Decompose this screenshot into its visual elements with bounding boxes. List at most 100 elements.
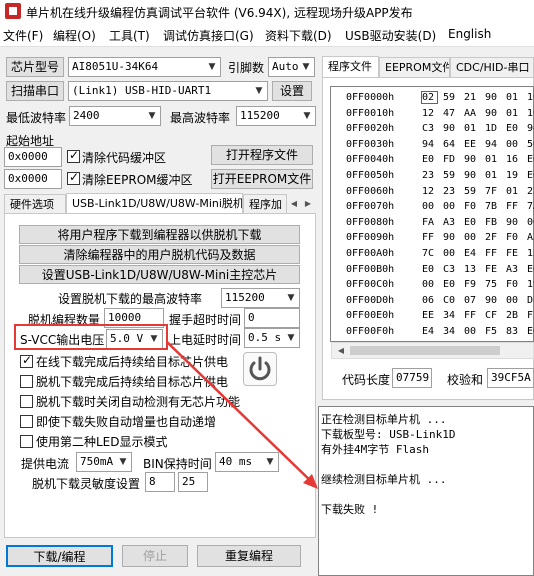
hex-byte[interactable]: FE xyxy=(485,264,506,275)
hex-byte[interactable]: 00 xyxy=(422,201,443,212)
hex-byte[interactable]: 94 xyxy=(422,139,443,150)
hex-byte[interactable]: E0 xyxy=(443,279,464,290)
hex-byte[interactable]: C3 xyxy=(422,123,443,134)
hex-byte[interactable]: F5 xyxy=(485,326,506,337)
open-eeprom-file-button[interactable]: 打开EEPROM文件 xyxy=(211,169,313,189)
port-settings-button[interactable]: 设置 xyxy=(272,81,312,101)
hex-byte[interactable]: 10 xyxy=(527,108,534,119)
max-baud-select[interactable]: 115200 ▼ xyxy=(236,106,316,126)
hex-byte[interactable]: 83 xyxy=(506,326,527,337)
checkbox-auto-increment[interactable] xyxy=(20,415,33,428)
hex-byte[interactable]: 7A xyxy=(527,201,534,212)
hex-byte[interactable]: 06 xyxy=(422,295,443,306)
menu-tools[interactable]: 工具(T) xyxy=(109,27,150,44)
hex-byte[interactable]: 90 xyxy=(485,92,506,103)
hex-byte[interactable]: 12 xyxy=(422,186,443,197)
port-select[interactable]: (Link1) USB-HID-UART1 ▼ xyxy=(68,81,268,101)
supply-current-select[interactable]: 750mA ▼ xyxy=(76,452,132,472)
hex-byte[interactable]: 94 xyxy=(527,123,534,134)
hex-view[interactable]: 0FF0000h0259219001100FF0010h1247AA900110… xyxy=(330,86,534,342)
hex-byte[interactable]: FF xyxy=(527,310,534,321)
hex-horizontal-scrollbar[interactable]: ◀ xyxy=(331,342,534,359)
hex-byte[interactable]: E0 xyxy=(527,170,534,181)
hex-byte[interactable]: 16 xyxy=(506,154,527,165)
hex-byte[interactable]: CF xyxy=(485,310,506,321)
hex-byte[interactable]: 34 xyxy=(443,326,464,337)
tab-usb-link1d-offline[interactable]: USB-Link1D/U8W/U8W-Mini脱机 xyxy=(66,193,243,214)
hex-byte[interactable]: 50 xyxy=(527,139,534,150)
hex-byte[interactable]: DE xyxy=(527,295,534,306)
hex-byte[interactable]: 23 xyxy=(422,170,443,181)
hex-byte[interactable]: 90 xyxy=(506,217,527,228)
min-baud-select[interactable]: 2400 ▼ xyxy=(69,106,161,126)
hex-byte[interactable]: 00 xyxy=(443,248,464,259)
hex-byte[interactable]: 19 xyxy=(527,279,534,290)
hex-byte[interactable]: 13 xyxy=(464,264,485,275)
hex-byte[interactable]: 00 xyxy=(443,201,464,212)
pin-count-select[interactable]: Auto ▼ xyxy=(268,57,315,77)
download-to-programmer-button[interactable]: 将用户程序下载到编程器以供脱机下载 xyxy=(19,225,300,244)
log-output[interactable]: 正在检测目标单片机 ... 下载板型号: USB-Link1D 有外挂4M字节 … xyxy=(318,406,534,576)
hex-byte[interactable]: 7C xyxy=(422,248,443,259)
menu-file[interactable]: 文件(F) xyxy=(3,27,43,44)
hex-byte[interactable]: 90 xyxy=(464,170,485,181)
hex-byte[interactable]: 01 xyxy=(485,154,506,165)
power-button[interactable] xyxy=(243,352,277,386)
hex-byte[interactable]: 00 xyxy=(464,232,485,243)
tab-program-encrypt[interactable]: 程序加 xyxy=(243,194,287,214)
hex-byte[interactable]: E0 xyxy=(464,217,485,228)
set-master-chip-button[interactable]: 设置USB-Link1D/U8W/U8W-Mini主控芯片 xyxy=(19,265,300,284)
power-on-delay-select[interactable]: 0.5 s ▼ xyxy=(244,328,300,348)
hex-byte[interactable]: 23 xyxy=(443,186,464,197)
hex-byte[interactable]: 7B xyxy=(485,201,506,212)
hex-byte[interactable]: 01 xyxy=(506,186,527,197)
checkbox-online-power[interactable] xyxy=(20,353,33,368)
tab-cdc-hid[interactable]: CDC/HID-串口 xyxy=(450,57,534,77)
tab-hardware-options[interactable]: 硬件选项 xyxy=(4,194,66,214)
tab-scroll-right-icon[interactable]: ▶ xyxy=(301,197,315,211)
hex-byte[interactable]: 00 xyxy=(506,139,527,150)
tab-eeprom-file[interactable]: EEPROM文件 xyxy=(379,57,450,77)
hex-byte[interactable]: F0 xyxy=(506,279,527,290)
menu-program[interactable]: 编程(O) xyxy=(53,27,96,44)
scrollbar-thumb[interactable] xyxy=(350,346,500,355)
hex-byte[interactable]: EE xyxy=(422,310,443,321)
hex-byte[interactable]: E0 xyxy=(527,264,534,275)
hex-byte[interactable]: 10 xyxy=(527,92,534,103)
hex-byte[interactable]: 19 xyxy=(506,170,527,181)
download-program-button[interactable]: 下载/编程 xyxy=(6,545,113,567)
hex-byte[interactable]: C3 xyxy=(443,264,464,275)
hex-byte[interactable]: FB xyxy=(485,217,506,228)
hex-byte[interactable]: 12 xyxy=(527,248,534,259)
hex-byte[interactable]: 02 xyxy=(421,91,438,104)
sensitivity-input-b[interactable]: 25 xyxy=(178,472,208,492)
hex-byte[interactable]: AA xyxy=(464,108,485,119)
hex-byte[interactable]: 59 xyxy=(464,186,485,197)
hex-byte[interactable]: 59 xyxy=(443,170,464,181)
hex-byte[interactable]: 90 xyxy=(485,108,506,119)
hex-byte[interactable]: 01 xyxy=(506,108,527,119)
menu-english[interactable]: English xyxy=(448,27,491,41)
hex-byte[interactable]: 94 xyxy=(485,139,506,150)
hex-byte[interactable]: A3 xyxy=(443,217,464,228)
offline-max-baud-select[interactable]: 115200 ▼ xyxy=(221,288,300,308)
hex-byte[interactable]: 34 xyxy=(443,310,464,321)
hex-byte[interactable]: F0 xyxy=(506,232,527,243)
tab-scroll-left-icon[interactable]: ◀ xyxy=(287,197,301,211)
hex-byte[interactable]: 01 xyxy=(506,92,527,103)
hex-byte[interactable]: 12 xyxy=(422,108,443,119)
menu-debug[interactable]: 调试仿真接口(G) xyxy=(163,27,254,44)
hex-byte[interactable]: 90 xyxy=(443,123,464,134)
hex-byte[interactable]: E0 xyxy=(506,123,527,134)
hex-byte[interactable]: 2F xyxy=(485,232,506,243)
hex-byte[interactable]: 59 xyxy=(443,92,464,103)
handshake-timeout-input[interactable]: 0 xyxy=(244,308,300,328)
code-start-address-input[interactable]: 0x0000 xyxy=(4,147,62,167)
checkbox-led-mode[interactable] xyxy=(20,435,33,448)
hex-byte[interactable]: E4 xyxy=(422,326,443,337)
hex-byte[interactable]: 01 xyxy=(485,170,506,181)
tab-program-file[interactable]: 程序文件 xyxy=(322,56,379,77)
scroll-left-icon[interactable]: ◀ xyxy=(334,344,348,358)
hex-byte[interactable]: A3 xyxy=(506,264,527,275)
hex-byte[interactable]: E0 xyxy=(527,326,534,337)
